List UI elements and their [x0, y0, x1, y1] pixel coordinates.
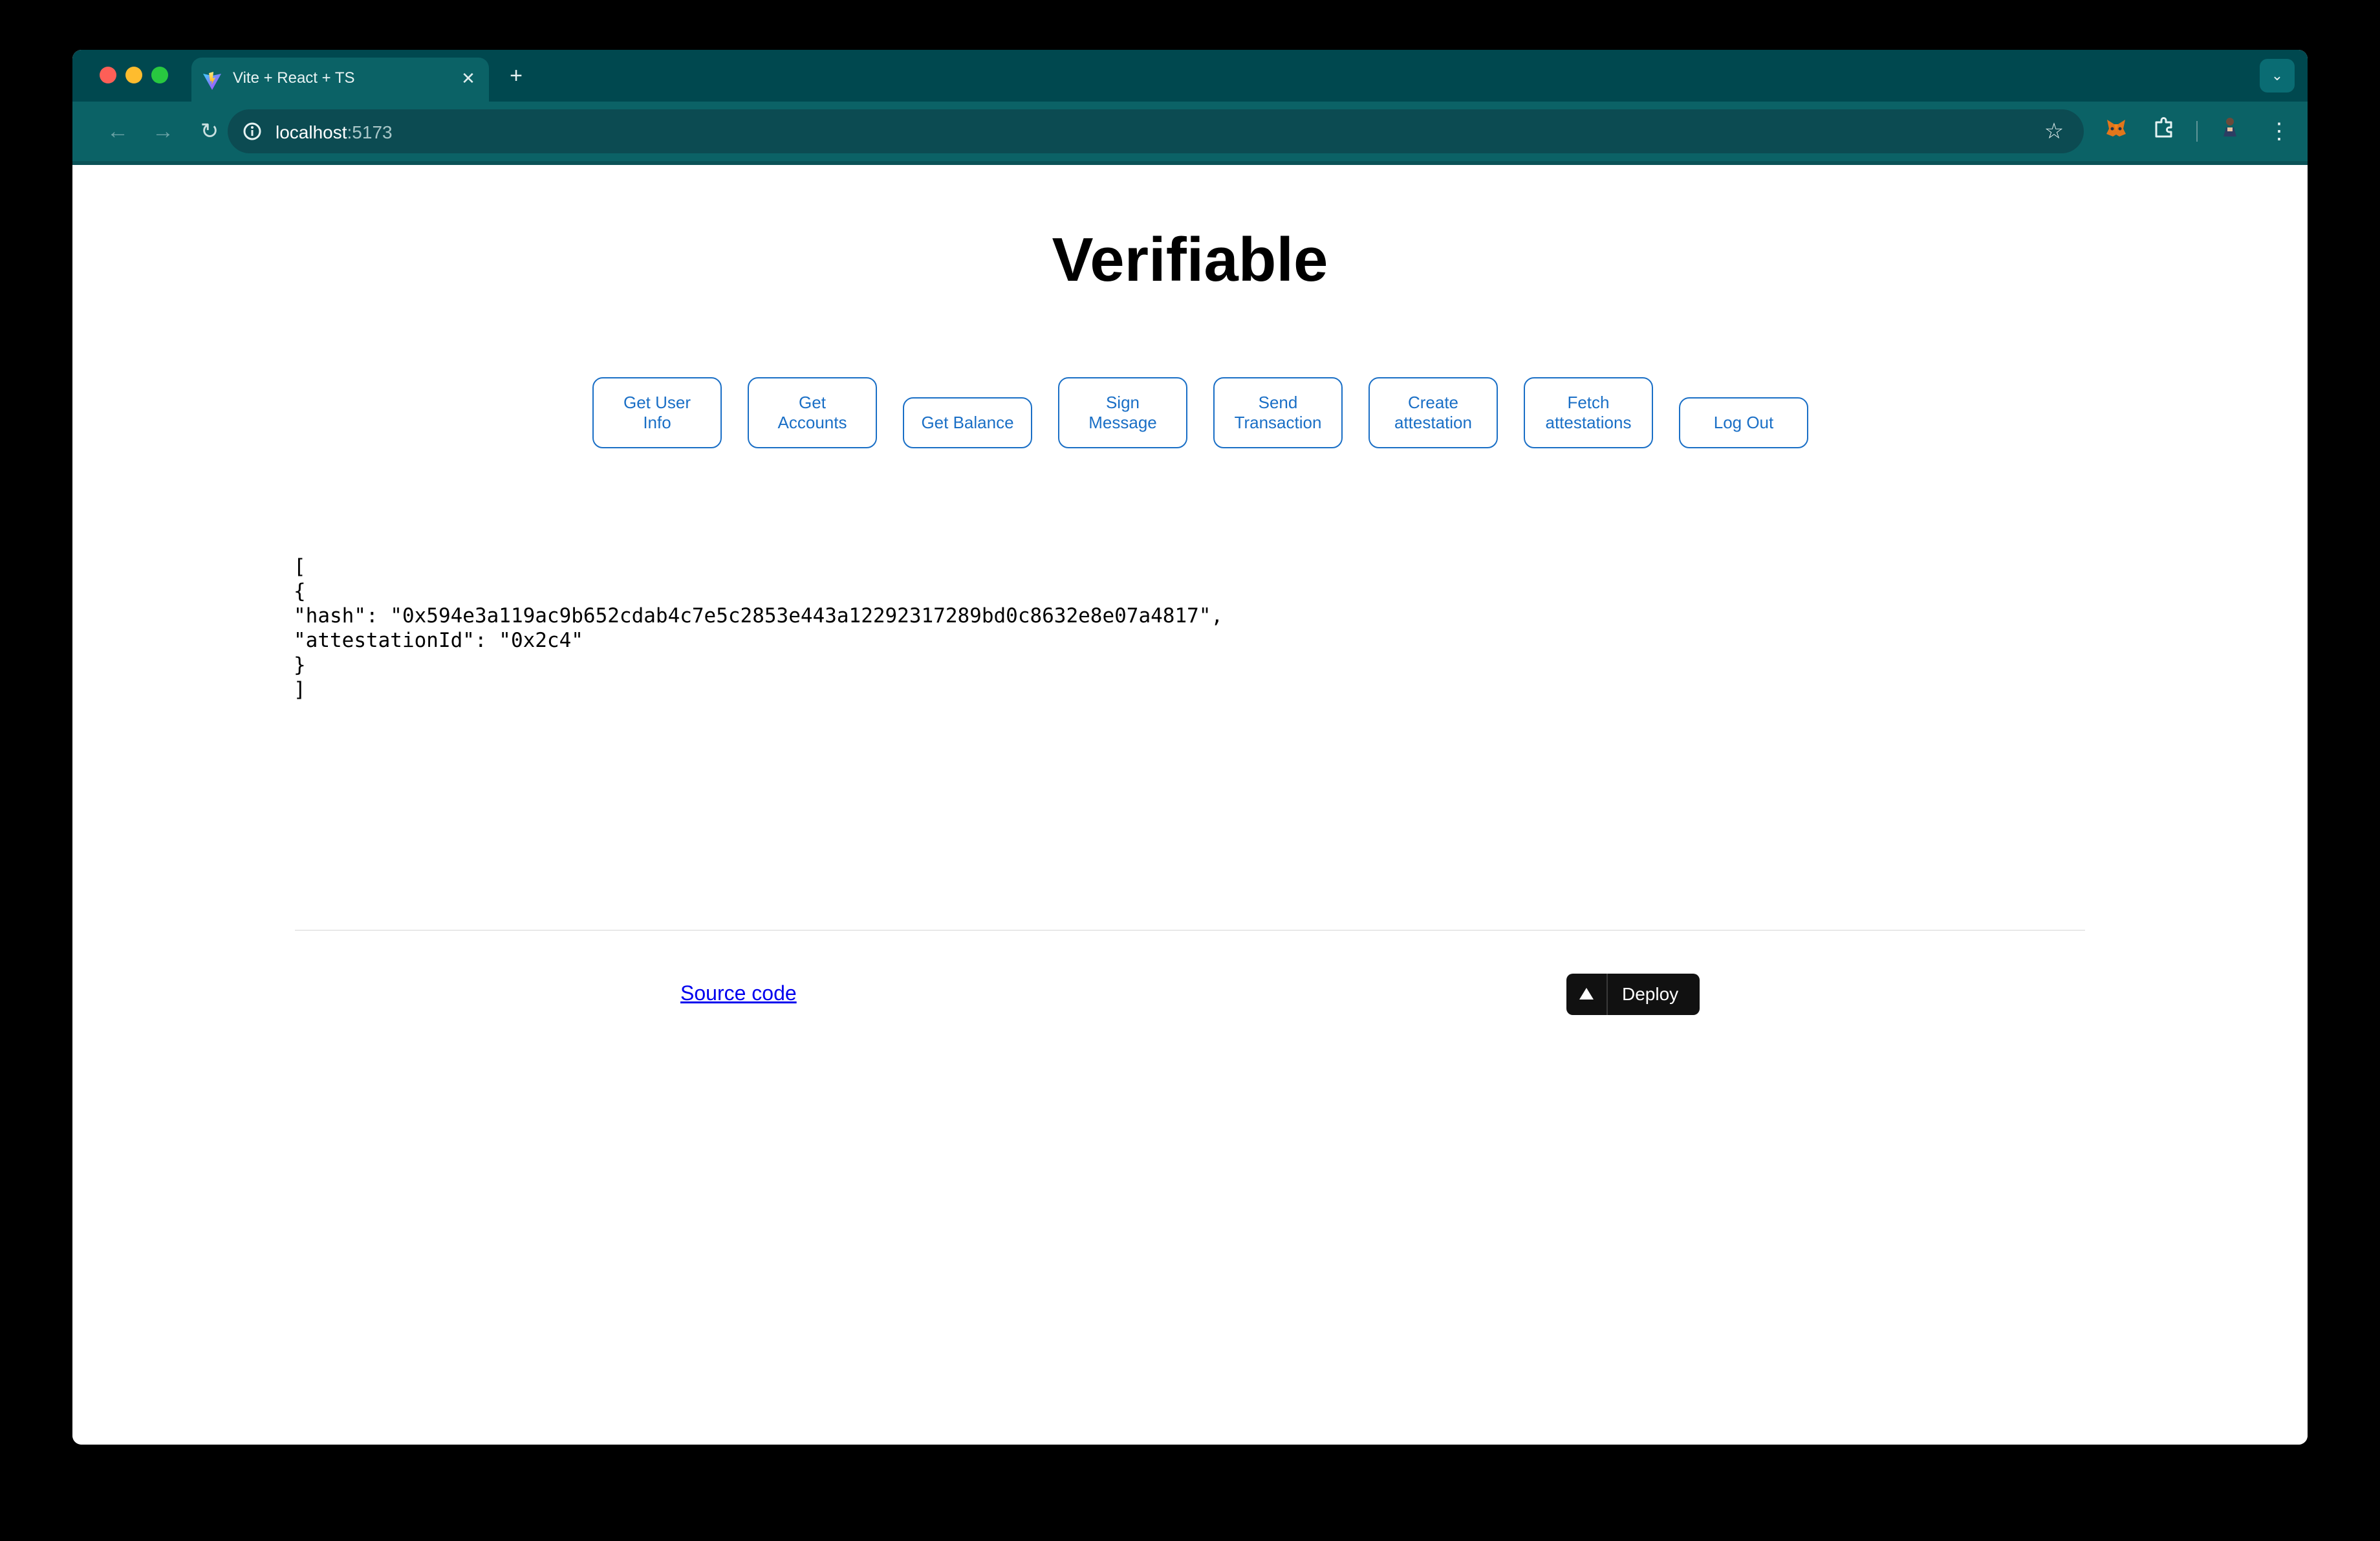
get-accounts-button[interactable]: Get Accounts [748, 377, 877, 448]
log-out-button[interactable]: Log Out [1679, 397, 1808, 448]
close-tab-icon[interactable]: ✕ [457, 67, 480, 90]
output-line: } [294, 653, 306, 677]
output-line: "hash": "0x594e3a119ac9b652cdab4c7e5c285… [294, 604, 1224, 628]
button-label: Create attestation [1394, 393, 1472, 432]
forward-arrow-icon[interactable]: → [146, 115, 180, 148]
site-info-icon[interactable] [239, 118, 265, 144]
bookmark-star-icon[interactable]: ☆ [2040, 117, 2068, 146]
deploy-label: Deploy [1622, 984, 1679, 1004]
get-user-info-button[interactable]: Get User Info [592, 377, 722, 448]
tab-search-chevron-icon[interactable]: ⌄ [2260, 59, 2295, 93]
output-line: "attestationId": "0x2c4" [294, 629, 583, 652]
button-label: Send Transaction [1234, 393, 1322, 432]
url-port: :5173 [347, 122, 393, 142]
profile-avatar-icon[interactable] [2213, 115, 2247, 148]
button-label: Sign Message [1088, 393, 1157, 432]
new-tab-icon[interactable]: + [503, 63, 529, 89]
button-label: Get User Info [623, 393, 691, 432]
reload-icon[interactable]: ↻ [193, 115, 226, 148]
tab-strip: Vite + React + TS ✕ + ⌄ [72, 50, 2308, 102]
url-text[interactable]: localhost:5173 [276, 122, 393, 143]
close-window-button[interactable] [100, 67, 116, 83]
fetch-attestations-button[interactable]: Fetch attestations [1524, 377, 1653, 448]
console-output: [ { "hash": "0x594e3a119ac9b652cdab4c7e5… [294, 554, 1223, 702]
deploy-button[interactable]: Deploy [1566, 974, 1700, 1015]
output-line: [ [294, 555, 306, 578]
button-label: Get Accounts [777, 393, 847, 432]
maximize-window-button[interactable] [151, 67, 168, 83]
tab-vite-react-ts[interactable]: Vite + React + TS ✕ [191, 58, 489, 102]
toolbar-divider [2196, 121, 2198, 142]
create-attestation-button[interactable]: Create attestation [1368, 377, 1498, 448]
send-transaction-button[interactable]: Send Transaction [1213, 377, 1343, 448]
page-content: Verifiable Get User Info Get Accounts Get … [72, 165, 2308, 1445]
extensions-puzzle-icon[interactable] [2147, 115, 2181, 148]
url-host: localhost [276, 122, 347, 142]
browser-menu-icon[interactable]: ⋮ [2262, 115, 2296, 148]
browser-window: Vite + React + TS ✕ + ⌄ ← → ↻ localhost:… [72, 50, 2308, 1445]
get-balance-button[interactable]: Get Balance [903, 397, 1032, 448]
output-line: ] [294, 678, 306, 701]
button-label: Fetch attestations [1545, 393, 1632, 432]
page-title: Verifiable [1052, 225, 1328, 294]
vercel-triangle-icon [1566, 974, 1608, 1015]
minimize-window-button[interactable] [125, 67, 142, 83]
tab-title: Vite + React + TS [233, 69, 355, 87]
address-bar[interactable]: localhost:5173 ☆ [228, 109, 2084, 153]
browser-toolbar: ← → ↻ localhost:5173 ☆ ⋮ [72, 102, 2308, 165]
output-line: { [294, 580, 306, 603]
back-arrow-icon[interactable]: ← [101, 115, 135, 148]
footer-divider [295, 930, 2085, 931]
button-label: Get Balance [921, 413, 1014, 432]
vite-logo-icon [203, 72, 221, 90]
source-code-link[interactable]: Source code [680, 981, 797, 1005]
metamask-extension-icon[interactable] [2099, 115, 2133, 148]
button-label: Log Out [1713, 413, 1774, 432]
sign-message-button[interactable]: Sign Message [1058, 377, 1187, 448]
